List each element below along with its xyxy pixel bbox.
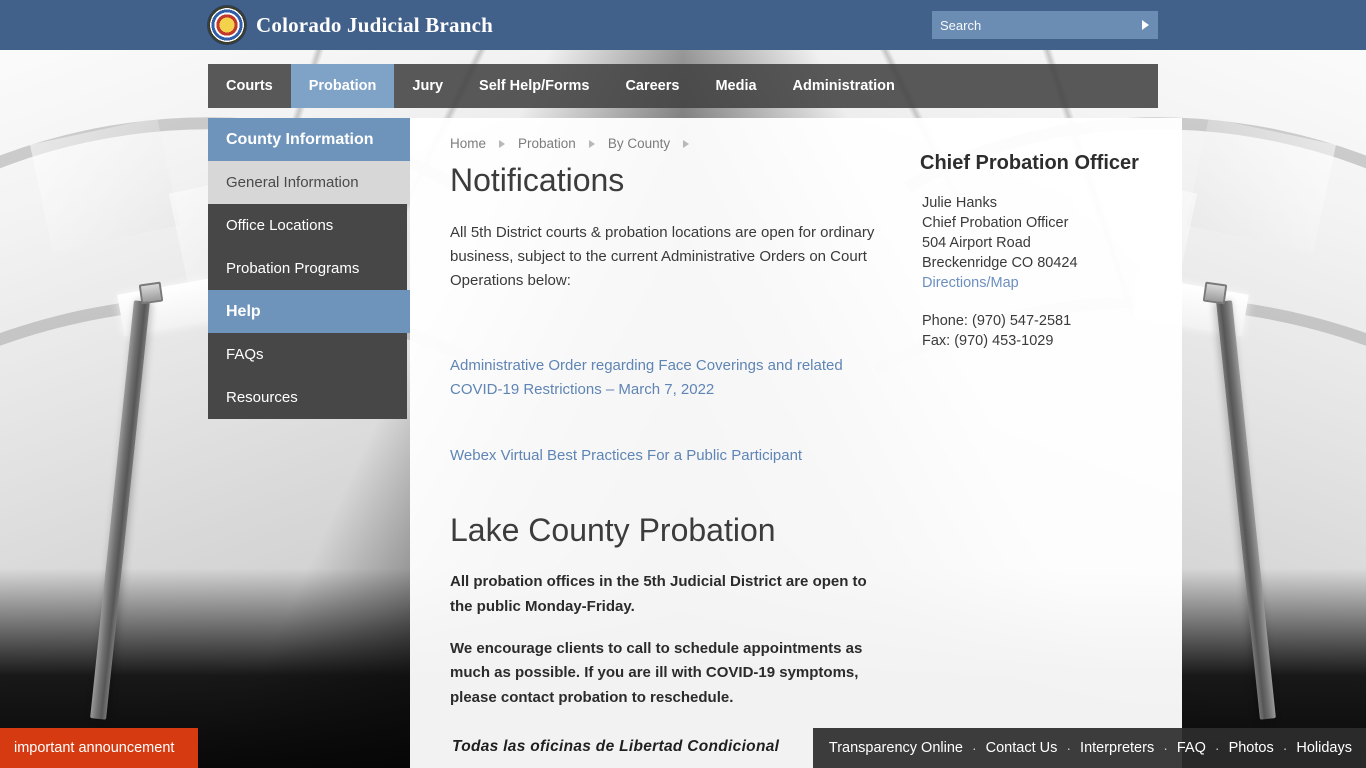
- pillar-cap: [138, 281, 164, 305]
- cpo-phone: Phone: (970) 547-2581: [922, 313, 1072, 329]
- main-navigation: Courts Probation Jury Self Help/Forms Ca…: [208, 64, 1158, 108]
- breadcrumb-item-probation[interactable]: Probation: [518, 136, 576, 151]
- brand[interactable]: Colorado Judicial Branch: [208, 0, 493, 50]
- page-title-lake-county-probation: Lake County Probation: [450, 511, 776, 548]
- spanish-announcement-text: Todas las oficinas de Libertad Condicion…: [452, 738, 780, 755]
- footer-separator: ·: [1066, 740, 1072, 756]
- search-input[interactable]: [932, 11, 1132, 39]
- footer-link-contact-us[interactable]: Contact Us: [986, 740, 1058, 756]
- pillar-cap-mirror: [1202, 281, 1228, 305]
- chief-probation-officer-panel: Chief Probation Officer Julie Hanks Chie…: [920, 150, 1170, 351]
- brand-title: Colorado Judicial Branch: [256, 12, 493, 37]
- nav-item-media[interactable]: Media: [697, 64, 774, 108]
- nav-item-courts[interactable]: Courts: [208, 64, 291, 108]
- sidebar-item-probation-programs[interactable]: Probation Programs: [208, 247, 407, 290]
- footer-separator: ·: [1163, 740, 1168, 756]
- footer-link-interpreters[interactable]: Interpreters: [1080, 740, 1154, 756]
- important-announcement-banner[interactable]: important announcement: [0, 728, 198, 768]
- breadcrumb: Home Probation By County: [450, 136, 702, 151]
- sidebar-item-help[interactable]: Help: [208, 290, 410, 333]
- sidebar-item-general-information[interactable]: General Information: [208, 161, 410, 204]
- main-content: Notifications All 5th District courts & …: [450, 162, 890, 728]
- cpo-heading: Chief Probation Officer: [920, 152, 1139, 174]
- cpo-fax: Fax: (970) 453-1029: [922, 333, 1054, 349]
- sidebar-item-county-information[interactable]: County Information: [208, 118, 410, 161]
- nav-item-probation[interactable]: Probation: [290, 64, 395, 108]
- cpo-city-state-zip: Breckenridge CO 80424: [922, 255, 1078, 271]
- offices-open-paragraph: All probation offices in the 5th Judicia…: [450, 573, 867, 615]
- cpo-name: Julie Hanks: [922, 195, 997, 211]
- page-root: Colorado Judicial Branch Courts Probatio…: [0, 0, 1366, 768]
- triangle-right-icon: [1141, 20, 1149, 30]
- footer-link-photos[interactable]: Photos: [1229, 740, 1274, 756]
- cpo-street: 504 Airport Road: [922, 235, 1031, 251]
- sidebar-item-faqs[interactable]: FAQs: [208, 333, 407, 376]
- footer-link-holidays[interactable]: Holidays: [1296, 740, 1352, 756]
- colorado-courts-seal-icon: [208, 6, 246, 44]
- nav-item-administration[interactable]: Administration: [775, 64, 913, 108]
- search-box[interactable]: [932, 11, 1158, 39]
- footer-link-transparency-online[interactable]: Transparency Online: [829, 740, 963, 756]
- sidebar-menu: County Information General Information O…: [208, 118, 410, 419]
- site-header: Colorado Judicial Branch: [0, 0, 1366, 50]
- nav-item-self-help-forms[interactable]: Self Help/Forms: [461, 64, 607, 108]
- link-webex-best-practices[interactable]: Webex Virtual Best Practices For a Publi…: [450, 444, 890, 468]
- cpo-directions-link[interactable]: Directions/Map: [920, 273, 1170, 293]
- footer-separator: ·: [1214, 740, 1220, 756]
- footer-link-faq[interactable]: FAQ: [1177, 740, 1206, 756]
- search-submit-button[interactable]: [1132, 11, 1158, 39]
- breadcrumb-item-by-county[interactable]: By County: [608, 136, 670, 151]
- footer-separator: ·: [1282, 740, 1288, 756]
- breadcrumb-separator-icon: [499, 139, 506, 148]
- link-administrative-order[interactable]: Administrative Order regarding Face Cove…: [450, 354, 890, 402]
- nav-item-jury[interactable]: Jury: [394, 64, 461, 108]
- breadcrumb-separator-icon: [683, 139, 690, 148]
- notifications-paragraph: All 5th District courts & probation loca…: [450, 223, 875, 290]
- footer-links-bar: Transparency Online · Contact Us · Inter…: [812, 728, 1366, 768]
- sidebar-item-resources[interactable]: Resources: [208, 376, 407, 419]
- breadcrumb-item-home[interactable]: Home: [450, 136, 486, 151]
- sidebar-item-office-locations[interactable]: Office Locations: [208, 204, 407, 247]
- breadcrumb-separator-icon: [588, 139, 595, 148]
- footer-separator: ·: [971, 740, 977, 756]
- appointments-paragraph: We encourage clients to call to schedule…: [450, 640, 863, 706]
- page-title-notifications: Notifications: [450, 162, 625, 198]
- cpo-title: Chief Probation Officer: [922, 215, 1069, 231]
- nav-item-careers[interactable]: Careers: [607, 64, 697, 108]
